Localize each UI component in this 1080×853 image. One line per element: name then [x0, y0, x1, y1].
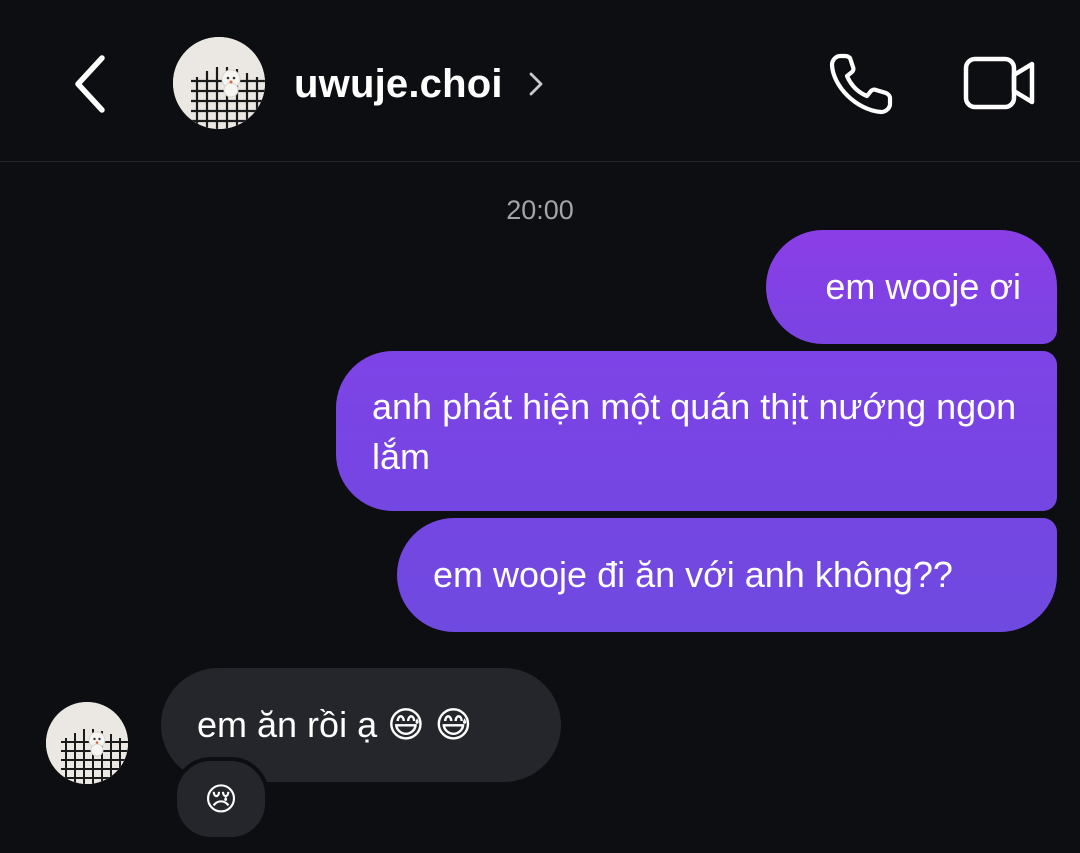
chat-header: uwuje.choi [0, 0, 1080, 162]
back-button[interactable] [58, 46, 122, 122]
sweat-smile-emoji: 😅 [387, 704, 425, 745]
message-reaction[interactable]: 😢 [173, 757, 269, 841]
chevron-left-icon [75, 55, 105, 113]
message-text: em wooje ơi [825, 266, 1021, 307]
sweat-smile-emoji: 😅 [434, 704, 473, 745]
sent-message[interactable]: em wooje ơi [766, 230, 1057, 344]
avatar-image [46, 702, 128, 784]
profile-avatar[interactable] [173, 37, 265, 129]
chat-username[interactable]: uwuje.choi [294, 58, 503, 110]
sender-avatar[interactable] [46, 702, 128, 784]
video-camera-icon[interactable] [962, 52, 1038, 114]
message-text: em ăn rồi ạ [197, 704, 378, 745]
message-text: anh phát hiện một quán thịt nướng ngon l… [372, 386, 1017, 477]
chevron-right-icon[interactable] [525, 66, 549, 102]
dm-screen: uwuje.choi 20:00 em wooje ơi anh phát hi… [0, 0, 1080, 853]
phone-icon[interactable] [826, 50, 898, 118]
message-text: em wooje đi ăn với anh không?? [433, 554, 953, 595]
sent-message[interactable]: anh phát hiện một quán thịt nướng ngon l… [336, 351, 1057, 511]
sent-message[interactable]: em wooje đi ăn với anh không?? [397, 518, 1057, 632]
avatar-image [173, 37, 265, 129]
message-timestamp: 20:00 [506, 195, 574, 225]
crying-face-emoji: 😢 [204, 781, 238, 817]
